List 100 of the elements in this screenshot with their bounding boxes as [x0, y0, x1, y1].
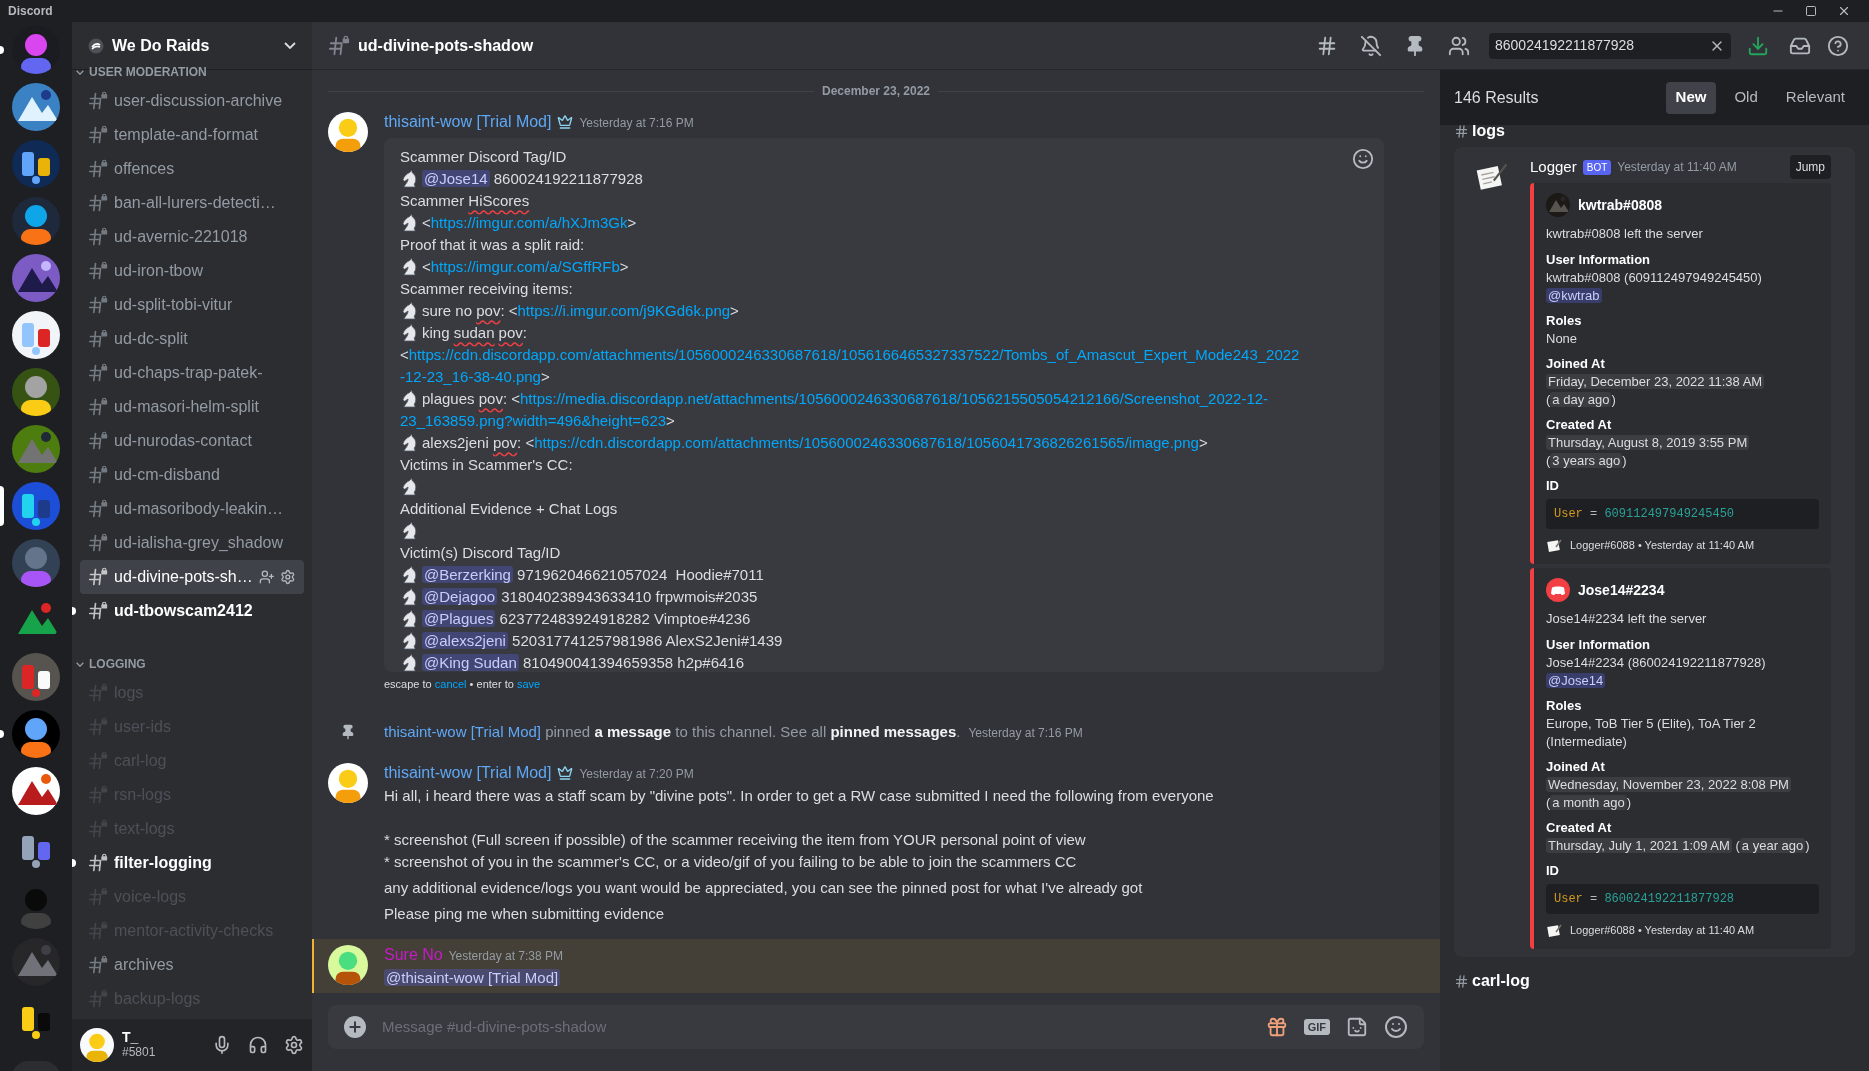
add-member-icon[interactable]: [258, 569, 275, 585]
sort-tab[interactable]: Old: [1724, 81, 1768, 114]
channel-item[interactable]: ud-tbowscam2412: [80, 594, 304, 628]
close-icon[interactable]: [1837, 4, 1851, 18]
message-text: sure no: [422, 302, 474, 319]
date-divider: December 23, 2022: [821, 83, 931, 100]
author-name[interactable]: thisaint-wow [Trial Mod]: [384, 110, 552, 134]
default-avatar-icon: [1546, 578, 1570, 602]
message-text: 318040238943633410 frpwmois#2035: [500, 588, 758, 605]
field-value: ): [1622, 453, 1627, 468]
sort-tab[interactable]: Relevant: [1775, 81, 1855, 114]
maximize-icon[interactable]: [1805, 5, 1817, 17]
settings-icon[interactable]: [284, 1035, 304, 1055]
knight-icon: [400, 653, 419, 672]
link[interactable]: https://cdn.discordapp.com/attachments/1056000246330687618/1056166465327337522/Tombs_of_Amascut_Expert_Mode243_2022: [408, 346, 1300, 363]
mention[interactable]: @kwtrab: [1546, 288, 1602, 303]
locked-hashtag-icon: [88, 601, 108, 621]
link[interactable]: https://imgur.com/a/hXJm3Gk: [430, 214, 628, 231]
channel-item[interactable]: ud-nurodas-contact: [80, 424, 304, 458]
channel-title: ud-divine-pots-shadow: [358, 35, 535, 56]
crown-icon: [557, 114, 574, 130]
link[interactable]: 23_163859.png?width=496&height=623: [400, 412, 667, 429]
channel-item[interactable]: ud-chaps-trap-patek-: [80, 356, 304, 390]
headphones-icon[interactable]: [248, 1035, 268, 1055]
timestamp: a day ago: [1550, 392, 1612, 407]
mention[interactable]: @King Sudan: [422, 654, 519, 671]
mention[interactable]: @Plagues: [422, 610, 496, 627]
app-title: Discord: [8, 3, 54, 20]
channel-item[interactable]: filter-logging: [80, 846, 304, 880]
mention[interactable]: @thisaint-wow [Trial Mod]: [384, 969, 561, 986]
threads-icon[interactable]: [1316, 34, 1338, 57]
link[interactable]: save: [516, 678, 541, 690]
message-text: pinned: [544, 721, 592, 742]
channel-item[interactable]: ud-iron-tbow: [80, 254, 304, 288]
channel-item[interactable]: ud-masori-helm-split: [80, 390, 304, 424]
message-text: Scammer: [400, 192, 466, 209]
author-name[interactable]: thisaint-wow [Trial Mod]: [384, 720, 541, 743]
microphone-icon[interactable]: [212, 1035, 232, 1055]
mention[interactable]: @Dejagoo: [422, 588, 498, 605]
locked-hashtag-icon: [88, 431, 108, 451]
channel-item[interactable]: template-and-format: [80, 118, 304, 152]
mention[interactable]: @alexs2jeni: [422, 632, 508, 649]
message-edit-field[interactable]: [384, 138, 1384, 672]
emoji-icon[interactable]: [1384, 1015, 1408, 1039]
locked-hashtag-icon: [88, 499, 108, 519]
channel-item[interactable]: ban-all-lurers-detecti…: [80, 186, 304, 220]
message-input[interactable]: Message #ud-divine-pots-shadow GIF: [328, 1005, 1424, 1049]
chevron-down-icon: [76, 661, 84, 667]
channel-item[interactable]: ud-divine-pots-sh…: [80, 560, 304, 594]
channel-item[interactable]: ud-avernic-221018: [80, 220, 304, 254]
gif-button[interactable]: GIF: [1303, 1018, 1330, 1036]
channel-item[interactable]: archives: [80, 948, 304, 982]
members-icon[interactable]: [1448, 34, 1470, 57]
timestamp: Wednesday, November 23, 2022 8:08 PM: [1546, 777, 1791, 792]
gift-icon[interactable]: [1265, 1016, 1288, 1038]
locked-hashtag-icon: [88, 921, 108, 941]
emoji-icon[interactable]: [1352, 148, 1374, 170]
mention[interactable]: @Berzerking: [422, 566, 513, 583]
message-text: >: [666, 412, 675, 429]
channel-item[interactable]: ud-masoribody-leakin…: [80, 492, 304, 526]
message-text: >: [619, 258, 629, 275]
link[interactable]: https://media.discordapp.net/attachments/1056000246330687618/1056215505054212166/Screenshot_2022-12-: [520, 390, 1269, 407]
settings-icon[interactable]: [280, 569, 296, 585]
mute-icon[interactable]: [1360, 34, 1382, 57]
link[interactable]: https://imgur.com/a/SGffRFb: [430, 258, 620, 275]
channel-item[interactable]: ud-cm-disband: [80, 458, 304, 492]
message-text: alexs2jeni: [422, 434, 490, 451]
hashtag-icon: [1454, 125, 1469, 139]
user-tag: #5801: [122, 1045, 204, 1060]
download-icon[interactable]: [1747, 34, 1769, 57]
author-name[interactable]: thisaint-wow [Trial Mod]: [384, 761, 552, 785]
link[interactable]: a message: [594, 720, 672, 743]
mention[interactable]: @Jose14: [422, 170, 490, 187]
mention[interactable]: @Jose14: [1546, 673, 1606, 688]
channel-item[interactable]: ud-dc-split: [80, 322, 304, 356]
category-header[interactable]: LOGGING: [72, 652, 312, 676]
add-icon[interactable]: [344, 1016, 366, 1038]
author-name[interactable]: Logger: [1530, 155, 1577, 179]
jump-button[interactable]: Jump: [1789, 155, 1831, 179]
search-result-card[interactable]: [1454, 147, 1855, 957]
sort-tab[interactable]: New: [1665, 81, 1717, 114]
field-value: (: [1734, 838, 1740, 853]
channel-item[interactable]: ud-ialisha-grey_shadow: [80, 526, 304, 560]
locked-hashtag-icon: [88, 717, 108, 737]
help-icon[interactable]: [1827, 34, 1849, 57]
message-text: Scammer Discord Tag/ID: [400, 148, 567, 165]
channel-item[interactable]: ud-split-tobi-vitur: [80, 288, 304, 322]
message-text: any additional evidence/logs you want would be appreciated, you can see the pinned post for what I've already got: [384, 878, 1144, 898]
link[interactable]: https://i.imgur.com/j9KGd6k.png: [517, 302, 731, 319]
link[interactable]: -12-23_16-38-40.png: [400, 368, 541, 385]
link[interactable]: https://cdn.discordapp.com/attachments/1056000246330687618/1056041736826261565/image.png: [534, 434, 1199, 451]
channel-item[interactable]: user-discussion-archive: [80, 84, 304, 118]
link[interactable]: cancel: [434, 678, 467, 690]
search-field[interactable]: 860024192211877928: [1489, 32, 1731, 59]
message-text: Victim(s) Discord Tag/ID: [400, 544, 561, 561]
chevron-down-icon[interactable]: [284, 42, 296, 49]
timestamp: a month ago: [1550, 795, 1627, 810]
channel-item[interactable]: offences: [80, 152, 304, 186]
locked-hashtag-icon: [88, 261, 108, 281]
sticker-icon[interactable]: [1346, 1016, 1368, 1038]
